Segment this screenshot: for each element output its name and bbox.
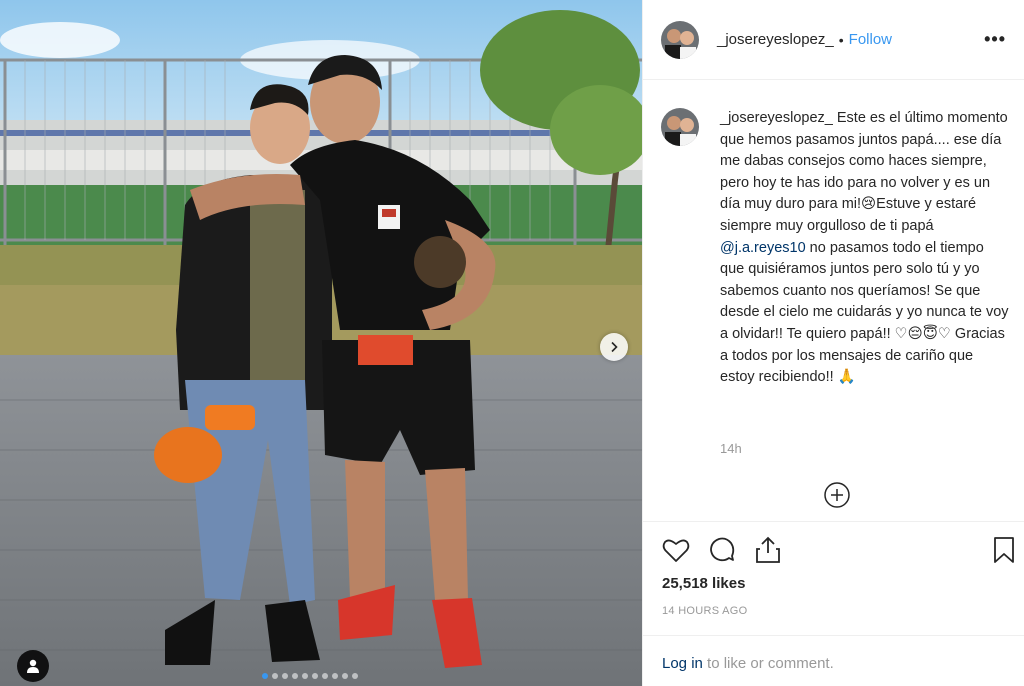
divider — [643, 635, 1024, 636]
post-photo[interactable] — [0, 0, 642, 686]
carousel-dot — [312, 673, 318, 679]
carousel-dot — [292, 673, 298, 679]
carousel-dot — [262, 673, 268, 679]
post-username[interactable]: _josereyeslopez_ — [717, 31, 834, 48]
post-image — [0, 0, 642, 686]
carousel-dot — [352, 673, 358, 679]
login-link[interactable]: Log in — [662, 655, 703, 672]
caption-body-1: Este es el último momento que hemos pasa… — [720, 110, 1008, 234]
login-prompt: Log in to like or comment. — [662, 655, 834, 672]
caption-username[interactable]: _josereyeslopez_ — [720, 110, 833, 126]
post-actions — [661, 535, 1014, 567]
post-timestamp[interactable]: 14 HOURS AGO — [662, 605, 748, 617]
separator-dot: • — [838, 31, 844, 48]
carousel-dot — [322, 673, 328, 679]
chevron-right-icon — [611, 341, 618, 353]
more-options-button[interactable]: ••• — [984, 29, 1006, 50]
caption-text: _josereyeslopez_ Este es el último momen… — [720, 108, 1010, 389]
post-header: _josereyeslopez_ • Follow ••• — [643, 0, 1024, 80]
login-suffix: to like or comment. — [702, 655, 834, 672]
plus-circle-icon[interactable] — [823, 481, 851, 509]
caption-time[interactable]: 14h — [720, 441, 742, 456]
caption-avatar[interactable] — [661, 108, 699, 146]
caption-body-2: no pasamos todo el tiempo que quisiéramo… — [720, 239, 1009, 386]
carousel-dot — [332, 673, 338, 679]
next-photo-button[interactable] — [600, 333, 628, 361]
heart-icon[interactable] — [661, 535, 691, 565]
bookmark-icon[interactable] — [989, 535, 1019, 565]
carousel-dot — [282, 673, 288, 679]
likes-count[interactable]: 25,518 likes — [662, 575, 745, 592]
post-sidebar: _josereyeslopez_ • Follow ••• _josereyes… — [642, 0, 1024, 686]
carousel-dot — [342, 673, 348, 679]
carousel-dot — [272, 673, 278, 679]
user-tag-icon — [27, 659, 39, 673]
follow-button[interactable]: Follow — [849, 31, 892, 48]
carousel-dot — [302, 673, 308, 679]
share-icon[interactable] — [753, 535, 783, 565]
post-caption: _josereyeslopez_ Este es el último momen… — [661, 108, 1011, 389]
avatar[interactable] — [661, 20, 699, 59]
user-tags-button[interactable] — [17, 650, 49, 682]
caption-mention[interactable]: @j.a.reyes10 — [720, 240, 806, 256]
comment-icon[interactable] — [707, 535, 737, 565]
carousel-indicator — [262, 673, 358, 679]
divider — [643, 521, 1024, 522]
